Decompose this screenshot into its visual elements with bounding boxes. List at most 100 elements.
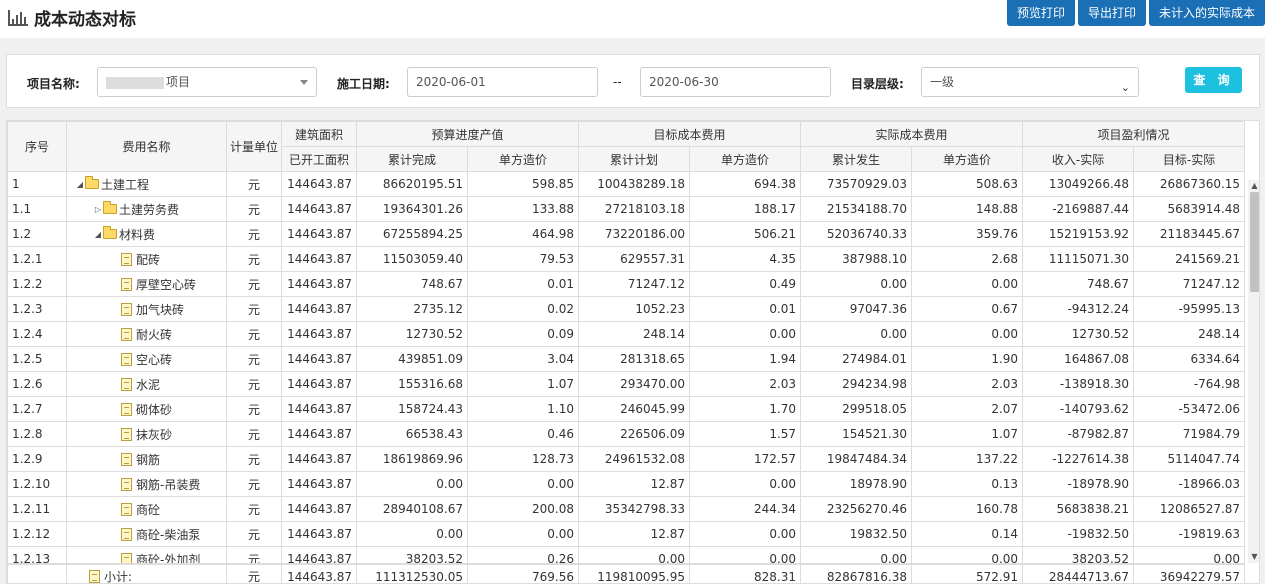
project-select[interactable]: 项目 xyxy=(97,67,317,97)
cell-name[interactable]: 砌体砂 xyxy=(66,396,227,422)
cell-actual-unit: 2.68 xyxy=(911,246,1024,272)
cell-name[interactable]: 钢筋 xyxy=(66,446,227,472)
cell-target-unit: 4.35 xyxy=(689,246,802,272)
cell-budget-total: 66538.43 xyxy=(356,421,468,447)
top-bar: 成本动态对标 预览打印 导出打印 未计入的实际成本 xyxy=(0,0,1265,38)
cell-budget-unit: 0.00 xyxy=(466,521,580,547)
cell-budget-total: 18619869.96 xyxy=(356,446,468,472)
col-actual: 实际成本费用 xyxy=(800,121,1024,147)
col-actual-total[interactable]: 累计发生 xyxy=(800,146,913,172)
col-area[interactable]: 建筑面积 xyxy=(281,121,357,147)
cell-name[interactable]: ◢ 土建工程 xyxy=(66,171,227,197)
cell-name[interactable]: 配砖 xyxy=(66,246,227,272)
cell-name[interactable]: 钢筋-吊装费 xyxy=(66,471,227,497)
cell-area: 144643.87 xyxy=(281,396,357,422)
cell-target-total: 27218103.18 xyxy=(578,196,691,222)
cell-area: 144643.87 xyxy=(281,296,357,322)
cell-profit-income: -87982.87 xyxy=(1022,421,1135,447)
table-row[interactable]: 1.2.3 加气块砖 元 144643.87 2735.12 0.02 1052.23 0.0… xyxy=(7,296,1246,322)
col-seq[interactable]: 序号 xyxy=(7,121,67,172)
cell-seq: 1.2 xyxy=(7,221,67,247)
scroll-thumb[interactable] xyxy=(1250,192,1259,292)
level-label: 目录层级: xyxy=(851,77,904,91)
cell-budget-unit: 0.02 xyxy=(466,296,580,322)
col-profit-income[interactable]: 收入-实际 xyxy=(1022,146,1135,172)
folder-icon xyxy=(103,201,117,214)
table-row[interactable]: 1.2 ◢ 材料费 元 144643.87 67255894.25 464.98 732201… xyxy=(7,221,1246,247)
tree-expanded-icon[interactable]: ◢ xyxy=(75,180,85,189)
col-target-total[interactable]: 累计计划 xyxy=(578,146,691,172)
table-row[interactable]: 1.2.12 商砼-柴油泵元 144643.87 0.00 0.00 12.87 0.00 1… xyxy=(7,521,1246,547)
scroll-down-icon[interactable]: ▼ xyxy=(1248,551,1259,563)
table-row[interactable]: 1.2.2 厚壁空心砖元 144643.87 748.67 0.01 71247.12 0.… xyxy=(7,271,1246,297)
table-row[interactable]: 1 ◢ 土建工程 元 144643.87 86620195.51 598.85 1004382… xyxy=(7,171,1246,197)
scroll-up-icon[interactable]: ▲ xyxy=(1248,180,1259,192)
export-print-button[interactable]: 导出打印 xyxy=(1077,0,1146,26)
col-actual-unit[interactable]: 单方造价 xyxy=(911,146,1024,172)
table-row[interactable]: 1.2.7 砌体砂 元 144643.87 158724.43 1.10 246045.99… xyxy=(7,396,1246,422)
cell-name[interactable]: 耐火砖 xyxy=(66,321,227,347)
date-from-input[interactable]: 2020-06-01 xyxy=(407,67,598,97)
cell-name[interactable]: ◢ 材料费 xyxy=(66,221,227,247)
cell-unit: 元 xyxy=(226,271,282,297)
cell-name[interactable]: 商砼 xyxy=(66,496,227,522)
col-budget-total[interactable]: 累计完成 xyxy=(356,146,468,172)
cell-actual-total: 387988.10 xyxy=(800,246,913,272)
cell-target-total: 12.87 xyxy=(578,521,691,547)
cell-name[interactable]: 空心砖 xyxy=(66,346,227,372)
query-button[interactable]: 查 询 xyxy=(1185,67,1242,93)
table-row[interactable]: 1.2.10 钢筋-吊装费元 144643.87 0.00 0.00 12.87 0.00 1… xyxy=(7,471,1246,497)
col-area-sub[interactable]: 已开工面积 xyxy=(281,146,357,172)
date-to-input[interactable]: 2020-06-30 xyxy=(640,67,831,97)
cell-target-unit: 2.03 xyxy=(689,371,802,397)
cell-budget-total: 28940108.67 xyxy=(356,496,468,522)
cell-actual-total: 73570929.03 xyxy=(800,171,913,197)
cell-seq: 1.2.5 xyxy=(7,346,67,372)
table-row[interactable]: 1.2.11 商砼 元 144643.87 28940108.67 200.08 35342… xyxy=(7,496,1246,522)
cell-profit-target: -95995.13 xyxy=(1133,296,1246,322)
vertical-scrollbar[interactable]: ▲ ▼ xyxy=(1248,180,1259,563)
cell-budget-total: 11503059.40 xyxy=(356,246,468,272)
cell-profit-income: 11115071.30 xyxy=(1022,246,1135,272)
cell-unit: 元 xyxy=(226,421,282,447)
cell-name[interactable]: 商砼-柴油泵 xyxy=(66,521,227,547)
cell-name[interactable]: 加气块砖 xyxy=(66,296,227,322)
cell-name[interactable]: ▷ 土建劳务费 xyxy=(66,196,227,222)
cell-seq: 1.2.12 xyxy=(7,521,67,547)
table-row[interactable]: 1.2.5 空心砖 元 144643.87 439851.09 3.04 281318.65… xyxy=(7,346,1246,372)
table-row[interactable]: 1.2.9 钢筋 元 144643.87 18619869.96 128.73 249615… xyxy=(7,446,1246,472)
table-row[interactable]: 1.1 ▷ 土建劳务费 元 144643.87 19364301.26 133.88 2721… xyxy=(7,196,1246,222)
col-profit-target[interactable]: 目标-实际 xyxy=(1133,146,1246,172)
col-target-unit[interactable]: 单方造价 xyxy=(689,146,802,172)
cell-actual-total: 21534188.70 xyxy=(800,196,913,222)
cell-name[interactable]: 厚壁空心砖 xyxy=(66,271,227,297)
preview-print-button[interactable]: 预览打印 xyxy=(1006,0,1075,26)
cell-profit-target: -764.98 xyxy=(1133,371,1246,397)
cell-unit: 元 xyxy=(226,446,282,472)
cell-actual-unit: 0.14 xyxy=(911,521,1024,547)
table-row[interactable]: 1.2.8 抹灰砂元 144643.87 66538.43 0.46 226506.09 1… xyxy=(7,421,1246,447)
tree-expanded-icon[interactable]: ◢ xyxy=(93,230,103,239)
cell-actual-unit: 0.13 xyxy=(911,471,1024,497)
cell-name-text: 厚壁空心砖 xyxy=(136,277,197,292)
cell-name[interactable]: 水泥 xyxy=(66,371,227,397)
chevron-down-icon: ⌄ xyxy=(1120,81,1130,94)
cell-profit-target: -19819.63 xyxy=(1133,521,1246,547)
summary-name: 小计: xyxy=(104,570,133,584)
summary-seq xyxy=(7,563,67,583)
cell-budget-unit: 133.88 xyxy=(466,196,580,222)
table-row[interactable]: 1.2.1 配砖 元 144643.87 11503059.40 79.53 629557.… xyxy=(7,246,1246,272)
col-budget-unit[interactable]: 单方造价 xyxy=(466,146,580,172)
table-row[interactable]: 1.2.4 耐火砖元 144643.87 12730.52 0.09 248.14 0.00… xyxy=(7,321,1246,347)
actual-cost-button[interactable]: 未计入的实际成本 xyxy=(1148,0,1265,26)
summary-unit: 元 xyxy=(226,563,282,583)
tree-collapsed-icon[interactable]: ▷ xyxy=(93,205,103,214)
cell-target-total: 35342798.33 xyxy=(578,496,691,522)
col-unit[interactable]: 计量单位 xyxy=(226,121,282,172)
col-name[interactable]: 费用名称 xyxy=(66,121,227,172)
cell-budget-unit: 0.09 xyxy=(466,321,580,347)
cell-target-unit: 0.49 xyxy=(689,271,802,297)
cell-name[interactable]: 抹灰砂 xyxy=(66,421,227,447)
table-row[interactable]: 1.2.6 水泥元 144643.87 155316.68 1.07 293470.00 2… xyxy=(7,371,1246,397)
level-select[interactable]: 一级 ⌄ xyxy=(921,67,1139,97)
